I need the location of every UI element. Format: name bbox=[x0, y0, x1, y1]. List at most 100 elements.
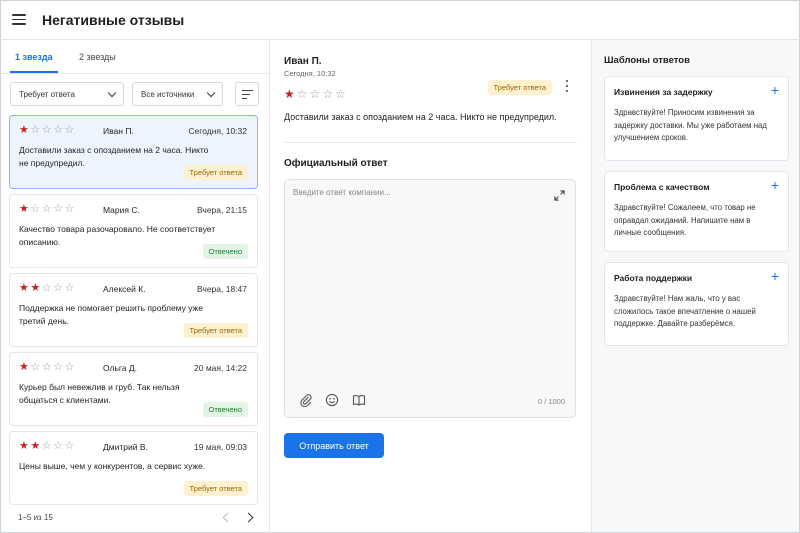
status-filter-select[interactable]: Требует ответа bbox=[10, 82, 124, 106]
star-icon: ★ bbox=[19, 361, 31, 373]
review-card[interactable]: ★★☆☆☆ Алексей К. Вчера, 18:47 Поддержка … bbox=[9, 273, 258, 347]
source-filter-value: Все источники bbox=[141, 89, 195, 99]
template-card[interactable]: Проблема с качеством + Здравствуйте! Сож… bbox=[604, 171, 789, 252]
reviewer-name: Иван П. bbox=[103, 126, 134, 136]
template-text: Здравствуйте! Сожалеем, что товар не опр… bbox=[614, 203, 756, 237]
star-icon: ☆ bbox=[322, 87, 336, 101]
star-icon: ☆ bbox=[41, 361, 54, 373]
book-icon[interactable] bbox=[352, 393, 366, 407]
review-text: Курьер был невежлив и груб. Так нельзя о… bbox=[19, 382, 180, 405]
star-icon: ☆ bbox=[41, 124, 54, 136]
star-icon: ☆ bbox=[64, 124, 76, 136]
star-icon: ★ bbox=[30, 282, 42, 294]
star-icon: ★ bbox=[19, 440, 31, 452]
sort-icon-line bbox=[242, 98, 247, 100]
status-badge: Отвечено bbox=[202, 402, 248, 417]
review-date: 19 мая, 09:03 bbox=[194, 442, 247, 452]
divider bbox=[284, 142, 577, 143]
star-icon: ☆ bbox=[41, 440, 54, 452]
status-filter-value: Требует ответа bbox=[19, 89, 75, 99]
star-icon: ★ bbox=[19, 282, 31, 294]
reply-editor: 0 / 1000 bbox=[284, 179, 576, 418]
more-vertical-icon[interactable] bbox=[565, 80, 569, 92]
star-icon: ☆ bbox=[53, 282, 65, 294]
templates-title: Шаблоны ответов bbox=[604, 55, 690, 66]
template-title: Работа поддержки bbox=[614, 273, 693, 283]
review-card[interactable]: ★☆☆☆☆ Мария С. Вчера, 21:15 Качество тов… bbox=[9, 194, 258, 268]
star-icon: ☆ bbox=[53, 361, 65, 373]
chevron-down-icon bbox=[107, 88, 117, 98]
detail-star-rating: ★☆☆☆☆ bbox=[284, 88, 348, 100]
emoji-icon[interactable] bbox=[325, 393, 339, 407]
review-detail-panel: Иван П. Сегодня, 10:32 ★☆☆☆☆ Требует отв… bbox=[271, 40, 590, 533]
review-text: Цены выше, чем у конкурентов, а сервис х… bbox=[19, 461, 206, 471]
star-icon: ☆ bbox=[64, 203, 76, 215]
tab-1-star[interactable]: 1 звезда bbox=[15, 52, 53, 62]
reviewer-name: Алексей К. bbox=[103, 284, 146, 294]
detail-reviewer-name: Иван П. bbox=[284, 56, 322, 67]
attach-icon[interactable] bbox=[299, 393, 313, 407]
sort-icon-line bbox=[242, 94, 250, 96]
template-card[interactable]: Извинения за задержку + Здравствуйте! Пр… bbox=[604, 76, 789, 161]
star-icon: ☆ bbox=[335, 87, 348, 101]
star-icon: ☆ bbox=[296, 87, 310, 101]
detail-review-text: Доставили заказ с опозданием на 2 часа. … bbox=[284, 112, 557, 122]
tab-2-stars[interactable]: 2 звезды bbox=[79, 52, 116, 62]
reply-section-title: Официальный ответ bbox=[284, 158, 388, 169]
star-icon: ☆ bbox=[64, 282, 76, 294]
review-date: 20 мая, 14:22 bbox=[194, 363, 247, 373]
plus-icon[interactable]: + bbox=[771, 83, 779, 97]
star-icon: ☆ bbox=[53, 124, 65, 136]
star-icon: ☆ bbox=[64, 361, 76, 373]
reviewer-name: Дмитрий В. bbox=[103, 442, 148, 452]
sort-button[interactable] bbox=[235, 82, 259, 106]
review-text: Качество товара разочаровало. Не соответ… bbox=[19, 224, 216, 247]
rating-tabs: 1 звезда 2 звезды bbox=[0, 40, 270, 74]
status-badge: Требует ответа bbox=[183, 165, 248, 180]
star-icon: ★ bbox=[19, 203, 31, 215]
active-tab-indicator bbox=[10, 71, 58, 73]
reviewer-name: Ольга Д. bbox=[103, 363, 138, 373]
template-text: Здравствуйте! Нам жаль, что у вас сложил… bbox=[614, 294, 756, 328]
star-rating: ★☆☆☆☆ bbox=[19, 361, 76, 373]
templates-panel: Шаблоны ответов Извинения за задержку + … bbox=[591, 40, 799, 532]
star-icon: ★ bbox=[284, 87, 297, 101]
template-title: Проблема с качеством bbox=[614, 182, 710, 192]
top-bar: Негативные отзывы bbox=[0, 0, 800, 40]
star-icon: ☆ bbox=[41, 203, 54, 215]
star-rating: ★☆☆☆☆ bbox=[19, 124, 76, 136]
star-icon: ☆ bbox=[30, 124, 42, 136]
template-card[interactable]: Работа поддержки + Здравствуйте! Нам жал… bbox=[604, 262, 789, 346]
expand-icon[interactable] bbox=[554, 190, 565, 201]
review-card[interactable]: ★☆☆☆☆ Ольга Д. 20 мая, 14:22 Курьер был … bbox=[9, 352, 258, 426]
pagination-info: 1–5 из 15 bbox=[18, 513, 53, 522]
plus-icon[interactable]: + bbox=[771, 269, 779, 283]
detail-review-date: Сегодня, 10:32 bbox=[284, 69, 336, 78]
status-badge: Отвечено bbox=[202, 244, 248, 259]
review-card[interactable]: ★☆☆☆☆ Иван П. Сегодня, 10:32 Доставили з… bbox=[9, 115, 258, 189]
status-badge: Требует ответа bbox=[183, 323, 248, 338]
reviews-list-panel: 1 звезда 2 звезды Требует ответа Все ист… bbox=[0, 40, 270, 533]
star-icon: ☆ bbox=[30, 361, 42, 373]
source-filter-select[interactable]: Все источники bbox=[132, 82, 223, 106]
star-icon: ☆ bbox=[309, 87, 323, 101]
sort-icon bbox=[242, 90, 253, 92]
chevron-down-icon bbox=[206, 88, 216, 98]
star-icon: ★ bbox=[19, 124, 31, 136]
review-card[interactable]: ★★☆☆☆ Дмитрий В. 19 мая, 09:03 Цены выше… bbox=[9, 431, 258, 505]
menu-icon[interactable] bbox=[12, 14, 26, 25]
chevron-right-icon[interactable] bbox=[243, 512, 254, 523]
chevron-left-icon[interactable] bbox=[222, 512, 233, 523]
star-rating: ★★☆☆☆ bbox=[19, 440, 76, 452]
reply-input[interactable] bbox=[293, 188, 543, 368]
star-icon: ☆ bbox=[53, 203, 65, 215]
page-title: Негативные отзывы bbox=[42, 11, 185, 28]
star-rating: ★★☆☆☆ bbox=[19, 282, 76, 294]
send-reply-button[interactable]: Отправить ответ bbox=[284, 433, 384, 458]
star-icon: ★ bbox=[30, 440, 42, 452]
review-date: Сегодня, 10:32 bbox=[188, 126, 247, 136]
status-badge: Требует ответа bbox=[183, 481, 248, 496]
plus-icon[interactable]: + bbox=[771, 178, 779, 192]
reviewer-name: Мария С. bbox=[103, 205, 140, 215]
review-date: Вчера, 18:47 bbox=[197, 284, 247, 294]
